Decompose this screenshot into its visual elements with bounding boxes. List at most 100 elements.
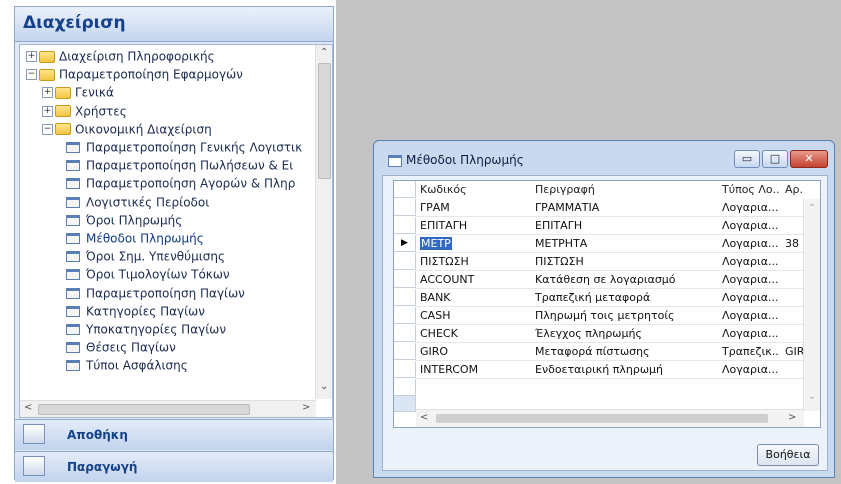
cell-account-type[interactable]: Τραπεζικ...	[722, 343, 780, 361]
column-header-account-type[interactable]: Τύπος Λο...	[722, 181, 780, 199]
cell-description[interactable]: Μεταφορά πίστωσης	[535, 343, 715, 361]
scroll-down-icon[interactable]: ⌄	[808, 391, 816, 402]
tree-vertical-scrollbar[interactable]: ⌃ ⌄	[315, 45, 332, 399]
cell-code[interactable]: INTERCOM	[420, 361, 530, 379]
expand-icon[interactable]: +	[42, 105, 53, 117]
table-row[interactable]: INTERCOM Ενδοεταιρική πληρωμή Λογαρια...	[394, 361, 805, 379]
cell-code[interactable]: CASH	[420, 307, 530, 325]
table-row[interactable]: ΓΡΑΜ ΓΡΑΜΜΑΤΙΑ Λογαρια...	[394, 199, 805, 217]
tree-node[interactable]: Παραμετροποίηση Αγορών & Πληρ	[66, 174, 295, 192]
table-row[interactable]: GIRO Μεταφορά πίστωσης Τραπεζικ... GIR	[394, 343, 805, 361]
cell-description[interactable]: Ενδοεταιρική πληρωμή	[535, 361, 715, 379]
scroll-right-icon[interactable]: >	[788, 412, 796, 423]
column-header-description[interactable]: Περιγραφή	[535, 181, 715, 199]
close-button[interactable]: ✕	[790, 150, 828, 168]
tree-node-label: Όροι Τιμολογίων Τόκων	[86, 267, 230, 282]
tree-node-label: Όροι Πληρωμής	[86, 213, 183, 228]
cell-description[interactable]: Έλεγχος πληρωμής	[535, 325, 715, 343]
nav-button-warehouse[interactable]: Αποθήκη	[15, 419, 333, 450]
table-row[interactable]: ΜΕΤΡ ΜΕΤΡΗΤΑ Λογαρια... 38	[394, 235, 805, 253]
cell-account-type[interactable]: Λογαρια...	[722, 235, 780, 253]
expand-icon[interactable]: +	[26, 51, 37, 62]
scroll-up-icon[interactable]: ⌃	[808, 203, 816, 214]
cell-account-type[interactable]: Λογαρια...	[722, 271, 780, 289]
cell-code[interactable]: ΕΠΙΤΑΓΗ	[420, 217, 530, 235]
table-row[interactable]: BANK Τραπεζική μεταφορά Λογαρια...	[394, 289, 805, 307]
minimize-button[interactable]: ▭	[734, 150, 760, 168]
row-header[interactable]	[394, 379, 416, 396]
tree-node[interactable]: Παραμετροποίηση Πωλήσεων & Ει	[66, 156, 293, 174]
form-icon	[66, 251, 80, 263]
maximize-button[interactable]: □	[762, 150, 788, 168]
cell-account-type[interactable]: Λογαρια...	[722, 199, 780, 217]
tree-node[interactable]: Θέσεις Παγίων	[66, 338, 176, 356]
tree-node[interactable]: Κατηγορίες Παγίων	[66, 302, 205, 320]
scroll-thumb[interactable]	[318, 63, 331, 179]
tree-node[interactable]: Όροι Σημ. Υπενθύμισης	[66, 247, 225, 265]
table-row[interactable]: CASH Πληρωμή τοις μετρητοίς Λογαρια...	[394, 307, 805, 325]
table-vertical-scrollbar[interactable]: ⌃ ⌄	[803, 199, 820, 411]
table-row[interactable]: ACCOUNT Κατάθεση σε λογαριασμό Λογαρια...	[394, 271, 805, 289]
table-row[interactable]: ΕΠΙΤΑΓΗ ΕΠΙΤΑΓΗ Λογαρια...	[394, 217, 805, 235]
tree-node[interactable]: Όροι Πληρωμής	[66, 211, 182, 229]
tree-node[interactable]: Λογιστικές Περίοδοι	[66, 193, 209, 211]
cell-description[interactable]: Πληρωμή τοις μετρητοίς	[535, 307, 715, 325]
cell-code[interactable]: ACCOUNT	[420, 271, 530, 289]
cell-description[interactable]: ΓΡΑΜΜΑΤΙΑ	[535, 199, 715, 217]
cell-description[interactable]: ΠΙΣΤΩΣΗ	[535, 253, 715, 271]
table-row[interactable]: CHECK Έλεγχος πληρωμής Λογαρια...	[394, 325, 805, 343]
cell-account-type[interactable]: Λογαρια...	[722, 307, 780, 325]
tree-node[interactable]: + Γενικά	[42, 83, 114, 101]
collapse-icon[interactable]: −	[42, 123, 53, 135]
scroll-left-icon[interactable]: <	[24, 402, 32, 413]
selected-code-text[interactable]: ΜΕΤΡ	[420, 237, 452, 250]
cell-account-type[interactable]: Λογαρια...	[722, 325, 780, 343]
cell-description[interactable]: ΕΠΙΤΑΓΗ	[535, 217, 715, 235]
tree-node[interactable]: Τύποι Ασφάλισης	[66, 356, 188, 374]
scroll-down-icon[interactable]: ⌄	[320, 381, 328, 392]
tree-horizontal-scrollbar[interactable]: < >	[20, 400, 316, 417]
tree-node[interactable]: Παραμετροποίηση Γενικής Λογιστικ	[66, 138, 302, 156]
cell-code[interactable]: ΠΙΣΤΩΣΗ	[420, 253, 530, 271]
cell-account-type[interactable]: Λογαρια...	[722, 361, 780, 379]
tree-node[interactable]: + Διαχείριση Πληροφορικής	[26, 47, 215, 65]
help-button[interactable]: Βοήθεια	[757, 444, 819, 466]
form-icon	[66, 269, 80, 281]
tree-node[interactable]: + Χρήστες	[42, 102, 127, 120]
cell-description[interactable]: Τραπεζική μεταφορά	[535, 289, 715, 307]
tree-node[interactable]: Μέθοδοι Πληρωμής	[66, 229, 204, 247]
cell-code[interactable]: ΜΕΤΡ	[420, 235, 530, 253]
cell-description[interactable]: Κατάθεση σε λογαριασμό	[535, 271, 715, 289]
table-row[interactable]: ΠΙΣΤΩΣΗ ΠΙΣΤΩΣΗ Λογαρια...	[394, 253, 805, 271]
tree-node[interactable]: Όροι Τιμολογίων Τόκων	[66, 265, 230, 283]
expand-icon[interactable]: +	[42, 87, 53, 99]
window-titlebar[interactable]: Μέθοδοι Πληρωμής ▭ □ ✕	[374, 141, 834, 173]
collapse-icon[interactable]: −	[26, 69, 37, 81]
cell-code[interactable]: CHECK	[420, 325, 530, 343]
cell-code[interactable]: ΓΡΑΜ	[420, 199, 530, 217]
table-horizontal-scrollbar[interactable]: < >	[416, 409, 804, 427]
scroll-right-icon[interactable]: >	[302, 402, 310, 413]
folder-icon	[55, 105, 71, 118]
scroll-thumb[interactable]	[436, 414, 768, 423]
cell-code[interactable]: GIRO	[420, 343, 530, 361]
cell-account-type[interactable]: Λογαρια...	[722, 253, 780, 271]
tree-node[interactable]: − Παραμετροποίηση Εφαρμογών	[26, 65, 243, 83]
cell-description[interactable]: ΜΕΤΡΗΤΑ	[535, 235, 715, 253]
nav-tree[interactable]: + Διαχείριση Πληροφορικής − Παραμετροποίηση…	[19, 44, 333, 418]
scroll-thumb[interactable]	[38, 404, 250, 415]
payment-methods-table[interactable]: Κωδικός Περιγραφή Τύπος Λο... Αρ. ΓΡΑΜ ΓΡ…	[393, 180, 821, 428]
column-header-code[interactable]: Κωδικός	[420, 181, 530, 199]
tree-node[interactable]: Παραμετροποίηση Παγίων	[66, 284, 245, 302]
cell-account-type[interactable]: Λογαρια...	[722, 217, 780, 235]
column-header-number[interactable]: Αρ.	[785, 181, 807, 199]
scroll-up-icon[interactable]: ⌃	[320, 47, 328, 58]
tree-node[interactable]: − Οικονομική Διαχείριση	[42, 120, 212, 138]
tree-node-label: Χρήστες	[75, 104, 127, 119]
cell-code[interactable]: BANK	[420, 289, 530, 307]
tree-node[interactable]: Υποκατηγορίες Παγίων	[66, 320, 226, 338]
form-icon	[66, 287, 80, 299]
nav-button-production[interactable]: Παραγωγή	[15, 451, 333, 482]
cell-account-type[interactable]: Λογαρια...	[722, 289, 780, 307]
scroll-left-icon[interactable]: <	[420, 412, 428, 423]
